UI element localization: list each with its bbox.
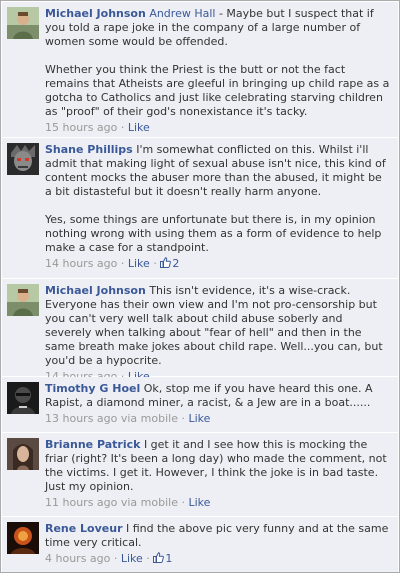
like-link[interactable]: Like (128, 257, 150, 270)
avatar[interactable] (7, 438, 39, 470)
thumbs-up-icon (160, 257, 172, 268)
separator: · (153, 257, 157, 270)
avatar[interactable] (7, 382, 39, 414)
comment: Timothy G Hoel Ok, stop me if you have h… (2, 377, 398, 433)
comment-body: Michael Johnson This isn't evidence, it'… (45, 284, 390, 368)
comment-time[interactable]: 11 hours ago via mobile (45, 496, 178, 509)
comment: Rene Loveur I find the above pic very fu… (2, 517, 398, 572)
comments-panel: Michael Johnson Andrew Hall - Maybe but … (0, 0, 400, 573)
separator: · (146, 552, 150, 565)
separator: · (120, 257, 125, 270)
avatar[interactable] (7, 7, 39, 39)
separator: · (120, 121, 125, 134)
like-link[interactable]: Like (121, 552, 143, 565)
comment-body: Michael Johnson Andrew Hall - Maybe but … (45, 7, 390, 119)
separator: · (181, 412, 185, 425)
comment-mention[interactable]: Andrew Hall (149, 7, 215, 20)
comment-time[interactable]: 15 hours ago (45, 121, 117, 134)
comment-time[interactable]: 13 hours ago via mobile (45, 412, 178, 425)
comment-body: Rene Loveur I find the above pic very fu… (45, 522, 390, 550)
comment-time[interactable]: 14 hours ago (45, 257, 117, 270)
comment-author[interactable]: Timothy G Hoel (45, 382, 140, 395)
comment-meta: 15 hours ago · Like (45, 121, 390, 135)
comment-text: - Maybe but I suspect that if you told a… (45, 7, 390, 118)
comment-body: Timothy G Hoel Ok, stop me if you have h… (45, 382, 390, 410)
comment-author[interactable]: Michael Johnson (45, 284, 146, 297)
comment-author[interactable]: Rene Loveur (45, 522, 123, 535)
like-link[interactable]: Like (128, 121, 150, 134)
comment-meta: 4 hours ago · Like · 1 (45, 552, 390, 566)
separator: · (181, 496, 185, 509)
comment-time[interactable]: 4 hours ago (45, 552, 110, 565)
separator: · (113, 552, 118, 565)
comment-author[interactable]: Shane Phillips (45, 143, 133, 156)
like-link[interactable]: Like (188, 412, 210, 425)
likes-count-value: 2 (172, 257, 180, 270)
comment-author[interactable]: Brianne Patrick (45, 438, 140, 451)
avatar[interactable] (7, 522, 39, 554)
like-link[interactable]: Like (188, 496, 210, 509)
comment-body: Brianne Patrick I get it and I see how t… (45, 438, 390, 494)
avatar[interactable] (7, 143, 39, 175)
likes-count-value: 1 (165, 552, 173, 565)
comment: Michael Johnson Andrew Hall - Maybe but … (2, 2, 398, 138)
likes-count[interactable]: 2 (160, 257, 179, 270)
thumbs-up-icon (153, 552, 165, 563)
comment-meta: 13 hours ago via mobile · Like (45, 412, 390, 426)
comment-body: Shane Phillips I'm somewhat conflicted o… (45, 143, 390, 255)
likes-count[interactable]: 1 (153, 552, 172, 565)
comment: Brianne Patrick I get it and I see how t… (2, 433, 398, 517)
comment: Shane Phillips I'm somewhat conflicted o… (2, 138, 398, 279)
comment-text: I'm somewhat conflicted on this. Whilst … (45, 143, 386, 254)
comment: Michael Johnson This isn't evidence, it'… (2, 279, 398, 383)
comment-author[interactable]: Michael Johnson (45, 7, 146, 20)
avatar[interactable] (7, 284, 39, 316)
comment-meta: 14 hours ago · Like · 2 (45, 257, 390, 271)
comment-meta: 11 hours ago via mobile · Like (45, 496, 390, 510)
comment-list: Michael Johnson Andrew Hall - Maybe but … (2, 2, 398, 572)
